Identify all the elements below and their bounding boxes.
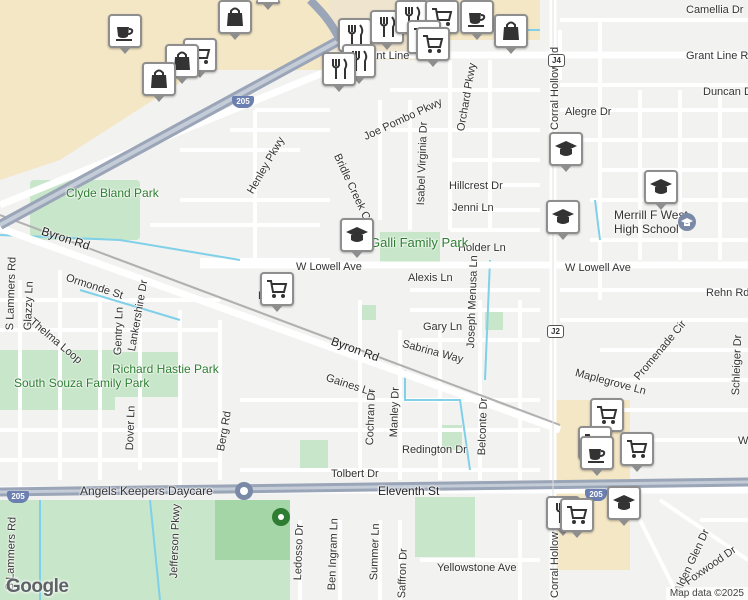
street-label-hillcrest: Hillcrest Dr bbox=[449, 180, 503, 192]
school-marker[interactable] bbox=[546, 200, 580, 240]
street-label-eleventh: Eleventh St bbox=[378, 484, 440, 498]
county-route-j2-shield: J2 bbox=[547, 325, 564, 338]
street-label-gary: Gary Ln bbox=[423, 321, 463, 333]
google-logo[interactable]: Google bbox=[6, 576, 69, 598]
school-marker[interactable] bbox=[644, 170, 678, 210]
street-label-w-edge: W bbox=[738, 435, 748, 447]
coffee-cup-icon bbox=[116, 27, 134, 41]
fork-knife-icon bbox=[332, 58, 348, 79]
park-area bbox=[300, 440, 328, 470]
park-area bbox=[362, 305, 376, 320]
restaurant-marker[interactable] bbox=[322, 52, 356, 92]
interstate-205-shield: 205 bbox=[7, 491, 29, 503]
street-label-cochran: Cochran Dr bbox=[364, 388, 378, 446]
street-label-ledosso: Ledosso Dr bbox=[292, 523, 306, 581]
map-canvas[interactable]: Grant Line Rd Grant Line Camellia Dr Dun… bbox=[0, 0, 748, 600]
street-label-dover: Dover Ln bbox=[124, 405, 138, 451]
street-label-alegre: Alegre Dr bbox=[565, 106, 612, 118]
graduation-cap-icon bbox=[555, 141, 577, 156]
street-label-summer: Summer Ln bbox=[368, 523, 382, 581]
park-label-richard-hastie: Richard Hastie Park bbox=[112, 362, 219, 376]
street-label-manley: Manley Dr bbox=[388, 386, 402, 438]
graduation-cap-icon bbox=[552, 209, 574, 224]
shopping-cart-icon bbox=[267, 280, 288, 298]
street-label-glazzy: Glazzy Ln bbox=[22, 281, 36, 331]
graduation-cap-icon bbox=[613, 495, 635, 510]
shopping-marker[interactable] bbox=[218, 0, 252, 40]
street-label-saffron: Saffron Dr bbox=[396, 548, 410, 599]
street-label-rehn: Rehn Rd bbox=[706, 287, 748, 299]
coffee-cup-icon bbox=[468, 13, 486, 27]
street-label-ben-ingram: Ben Ingram Ln bbox=[326, 517, 341, 591]
street-label-w-lowell-west: W Lowell Ave bbox=[296, 261, 362, 273]
daycare-poi-icon[interactable] bbox=[235, 482, 253, 500]
street-label-redington: Redington Dr bbox=[402, 444, 467, 456]
street-label-belconte: Belconte Dr bbox=[476, 397, 490, 456]
map-data-attribution[interactable]: Map data ©2025 bbox=[665, 587, 748, 600]
cafe-marker[interactable] bbox=[580, 436, 614, 476]
street-label-gentry: Gentry Ln bbox=[112, 306, 126, 356]
shopping-cart-icon bbox=[597, 406, 618, 424]
shopping-marker[interactable] bbox=[494, 14, 528, 54]
place-label-angels-keepers: Angels Keepers Daycare bbox=[80, 484, 213, 498]
school-marker[interactable] bbox=[607, 486, 641, 526]
shopping-bag-icon bbox=[151, 69, 167, 88]
street-label-camellia: Camellia Dr bbox=[686, 4, 744, 16]
street-label-jenni: Jenni Ln bbox=[452, 202, 494, 214]
cafe-marker[interactable] bbox=[460, 0, 494, 40]
coffee-cup-icon bbox=[588, 449, 606, 463]
street-label-yellowstone: Yellowstone Ave bbox=[437, 562, 517, 574]
street-label-alexis: Alexis Ln bbox=[408, 272, 453, 284]
shopping-marker[interactable] bbox=[142, 62, 176, 102]
shopping-bag-icon bbox=[503, 21, 519, 40]
street-label-s-lammers-north: S Lammers Rd bbox=[4, 256, 19, 331]
interstate-205-shield: 205 bbox=[232, 96, 254, 108]
grocery-marker[interactable] bbox=[620, 432, 654, 472]
grocery-marker[interactable] bbox=[416, 27, 450, 67]
shopping-cart-icon bbox=[627, 440, 648, 458]
shopping-bag-icon bbox=[227, 7, 243, 26]
grocery-marker[interactable] bbox=[260, 272, 294, 312]
street-label-schleiger: Schleiger Dr bbox=[730, 334, 745, 396]
school-marker[interactable] bbox=[549, 132, 583, 172]
shopping-cart-icon bbox=[567, 506, 588, 524]
marker-stub[interactable] bbox=[256, 0, 280, 10]
park-label-clyde-bland: Clyde Bland Park bbox=[66, 186, 159, 200]
park-label-south-souza: South Souza Family Park bbox=[14, 376, 150, 390]
shopping-cart-icon bbox=[423, 35, 444, 53]
county-route-j4-shield: J4 bbox=[548, 54, 565, 67]
street-label-w-lowell-east: W Lowell Ave bbox=[565, 262, 631, 274]
street-label-grant-line: Grant Line Rd bbox=[686, 50, 748, 62]
graduation-cap-icon bbox=[650, 179, 672, 194]
street-label-tolbert: Tolbert Dr bbox=[331, 468, 379, 480]
school-poi-icon[interactable] bbox=[678, 213, 696, 231]
park-poi-icon[interactable] bbox=[272, 508, 290, 526]
school-marker[interactable] bbox=[340, 218, 374, 258]
park-area bbox=[415, 497, 475, 557]
park-label-galli-family: Galli Family Park bbox=[370, 235, 469, 250]
graduation-cap-icon bbox=[346, 227, 368, 242]
cafe-marker[interactable] bbox=[108, 14, 142, 54]
grocery-marker[interactable] bbox=[560, 498, 594, 538]
street-label-duncan: Duncan Dr bbox=[703, 86, 748, 98]
